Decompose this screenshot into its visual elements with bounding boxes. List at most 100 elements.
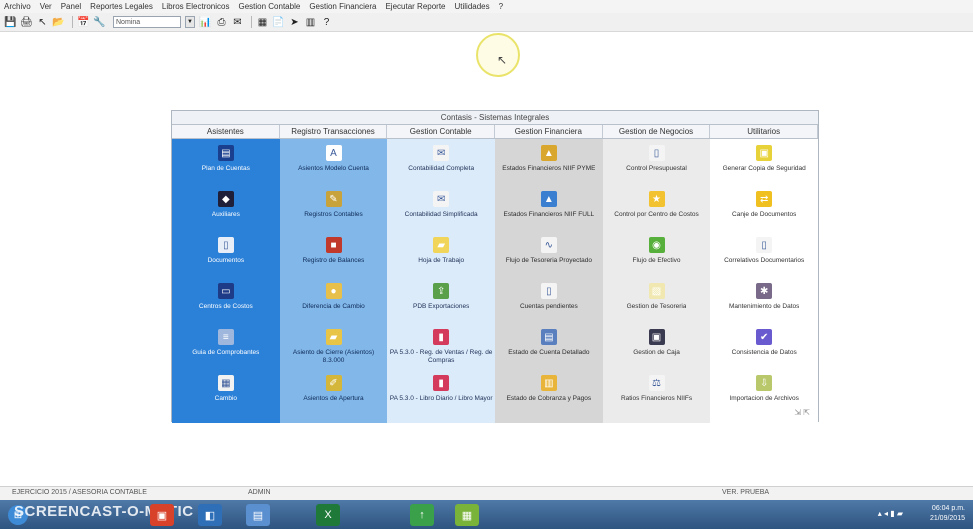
- menu-shortcut[interactable]: ■ Registro de Balances: [280, 237, 388, 283]
- tools-icon: ✱: [756, 283, 773, 299]
- menu-item[interactable]: Utilidades: [455, 2, 490, 11]
- menu-shortcut[interactable]: ▯ Control Presupuestal: [603, 145, 711, 191]
- shortcut-label: Guia de Comprobantes: [192, 349, 260, 356]
- menu-shortcut[interactable]: ▯ Cuentas pendientes: [495, 283, 603, 329]
- doc-icon[interactable]: 📄: [272, 16, 285, 28]
- toolbar-separator: [72, 16, 73, 28]
- clock[interactable]: 06:04 p.m. 21/09/2015: [930, 504, 965, 524]
- menu-shortcut[interactable]: ▲ Estados Financieros NIIF FULL: [495, 191, 603, 237]
- menu-shortcut[interactable]: ✎ Registros Contables: [280, 191, 388, 237]
- menu-shortcut[interactable]: ▣ Generar Copia de Seguridad: [710, 145, 818, 191]
- chart-bar-icon[interactable]: ▥: [304, 16, 317, 28]
- menu-shortcut[interactable]: ★ Control por Centro de Costos: [603, 191, 711, 237]
- column-header: Registro Transacciones: [279, 125, 388, 138]
- column-headers: Asistentes Registro Transacciones Gestion …: [172, 125, 819, 139]
- shortcut-label: Registro de Balances: [302, 257, 365, 264]
- shortcut-label: Contabilidad Simplificada: [404, 211, 478, 218]
- status-user: ADMIN: [248, 489, 271, 496]
- backup-icon: ▣: [756, 145, 773, 161]
- menu-shortcut[interactable]: ✉ Contabilidad Completa: [387, 145, 495, 191]
- menu-shortcut[interactable]: ✱ Mantenimiento de Datos: [710, 283, 818, 329]
- app-icon-a[interactable]: ▣: [150, 504, 174, 526]
- chevron-down-icon[interactable]: ▼: [185, 16, 195, 28]
- pen-icon: ✐: [325, 375, 342, 391]
- shortcut-label: PDB Exportaciones: [412, 303, 470, 310]
- menu-shortcut[interactable]: ✐ Asientos de Apertura: [280, 375, 388, 421]
- clipboard-icon: ▥: [540, 375, 557, 391]
- book-icon: ▮: [433, 375, 450, 391]
- mouse-pointer-icon: ↖: [497, 53, 508, 67]
- arrow-icon[interactable]: ➤: [288, 16, 301, 28]
- menu-shortcut[interactable]: ⇪ PDB Exportaciones: [387, 283, 495, 329]
- app-icon-c[interactable]: ▤: [246, 504, 270, 526]
- menu-shortcut[interactable]: ▤ Plan de Cuentas: [172, 145, 280, 191]
- menu-shortcut[interactable]: ▲ Estados Financieros NIIF PYME: [495, 145, 603, 191]
- menu-shortcut[interactable]: ▰ Asiento de Cierre (Asientos) 8.3.000: [280, 329, 388, 375]
- graph-icon: ∿: [540, 237, 557, 253]
- menu-shortcut[interactable]: ▦ Cambio: [172, 375, 280, 421]
- chart-icon[interactable]: 📊: [199, 16, 212, 28]
- menu-shortcut[interactable]: ▤ Estado de Cuenta Detallado: [495, 329, 603, 375]
- help-icon[interactable]: ?: [320, 16, 333, 28]
- mail-icon[interactable]: ✉: [231, 16, 244, 28]
- menu-shortcut[interactable]: ⇄ Canje de Documentos: [710, 191, 818, 237]
- menu-item[interactable]: Gestion Contable: [238, 2, 300, 11]
- menu-shortcut[interactable]: ▰ Hoja de Trabajo: [387, 237, 495, 283]
- menu-shortcut[interactable]: ▯ Correlativos Documentarios: [710, 237, 818, 283]
- table-icon: ▤: [217, 145, 234, 161]
- cursor-icon[interactable]: ↖: [36, 16, 49, 28]
- coin-icon: ●: [325, 283, 342, 299]
- menu-shortcut[interactable]: ▮ PA 5.3.0 - Libro Diario / Libro Mayor: [387, 375, 495, 421]
- monitor-icon: ▭: [217, 283, 234, 299]
- grid-icon[interactable]: ▦: [256, 16, 269, 28]
- menu-shortcut[interactable]: ⚖ Ratios Financieros NIIFs: [603, 375, 711, 421]
- upload-icon[interactable]: ↑: [410, 504, 434, 526]
- column-header: Gestion de Negocios: [602, 125, 711, 138]
- tree-icon[interactable]: 🔧: [93, 16, 106, 28]
- shortcut-label: Diferencia de Cambio: [302, 303, 365, 310]
- excel-icon[interactable]: X: [316, 504, 340, 526]
- toolbar: 💾 🖨 ↖ 📂 📅 🔧 Nomina ▼ 📊 ⎙ ✉ ▦ 📄 ➤ ▥ ?: [0, 13, 973, 32]
- star-icon: ★: [648, 191, 665, 207]
- menu-shortcut[interactable]: ▥ Estado de Cobranza y Pagos: [495, 375, 603, 421]
- module-combo[interactable]: Nomina: [113, 16, 181, 28]
- menu-shortcut[interactable]: ● Diferencia de Cambio: [280, 283, 388, 329]
- column-header: Gestion Contable: [387, 125, 496, 138]
- menu-item[interactable]: Libros Electronicos: [162, 2, 230, 11]
- printer-icon[interactable]: 🖨: [20, 16, 33, 28]
- app-icon-b[interactable]: ◧: [198, 504, 222, 526]
- menu-shortcut[interactable]: A Asientos Modelo Cuenta: [280, 145, 388, 191]
- menu-item[interactable]: Archivo: [4, 2, 31, 11]
- menu-item[interactable]: Ejecutar Reporte: [385, 2, 445, 11]
- swap-icon: ⇄: [756, 191, 773, 207]
- menu-shortcut[interactable]: ✉ Contabilidad Simplificada: [387, 191, 495, 237]
- app-icon-d[interactable]: ▦: [455, 504, 479, 526]
- menu-shortcut[interactable]: ▮ PA 5.3.0 - Reg. de Ventas / Reg. de Com…: [387, 329, 495, 375]
- menu-shortcut[interactable]: ◉ Flujo de Efectivo: [603, 237, 711, 283]
- calendar-icon[interactable]: 📅: [77, 16, 90, 28]
- menu-item[interactable]: Gestion Financiera: [309, 2, 376, 11]
- menu-item[interactable]: Panel: [61, 2, 81, 11]
- menu-shortcut[interactable]: ◆ Auxiliares: [172, 191, 280, 237]
- menu-item[interactable]: Ver: [40, 2, 52, 11]
- menu-shortcut[interactable]: ▣ Gestion de Caja: [603, 329, 711, 375]
- folder-icon[interactable]: 📂: [52, 16, 65, 28]
- scale-icon: ⚖: [648, 375, 665, 391]
- menu-shortcut[interactable]: ≡ Guia de Comprobantes: [172, 329, 280, 375]
- folder-icon: ▰: [433, 237, 450, 253]
- menu-shortcut[interactable]: ▯ Documentos: [172, 237, 280, 283]
- menu-shortcut[interactable]: ∿ Flujo de Tesoreria Proyectado: [495, 237, 603, 283]
- print-icon[interactable]: ⎙: [215, 16, 228, 28]
- menu-shortcut[interactable]: ▭ Centros de Costos: [172, 283, 280, 329]
- disk-icon[interactable]: 💾: [4, 16, 17, 28]
- menu-shortcut[interactable]: ✔ Consistencia de Datos: [710, 329, 818, 375]
- system-tray[interactable]: ▴ ◂ ▮ ▰: [878, 509, 903, 518]
- book-icon: ▮: [433, 329, 450, 345]
- menu-item[interactable]: ?: [499, 2, 503, 11]
- menu-shortcut[interactable]: ▧ Gestion de Tesoreria: [603, 283, 711, 329]
- toolbar-separator: [251, 16, 252, 28]
- shortcut-label: Estados Financieros NIIF PYME: [502, 165, 596, 172]
- menu-item[interactable]: Reportes Legales: [90, 2, 153, 11]
- module-column: ▣ Generar Copia de Seguridad ⇄ Canje de Doc…: [710, 139, 819, 423]
- menu-bar: Archivo Ver Panel Reportes Legales Libros El…: [0, 0, 973, 13]
